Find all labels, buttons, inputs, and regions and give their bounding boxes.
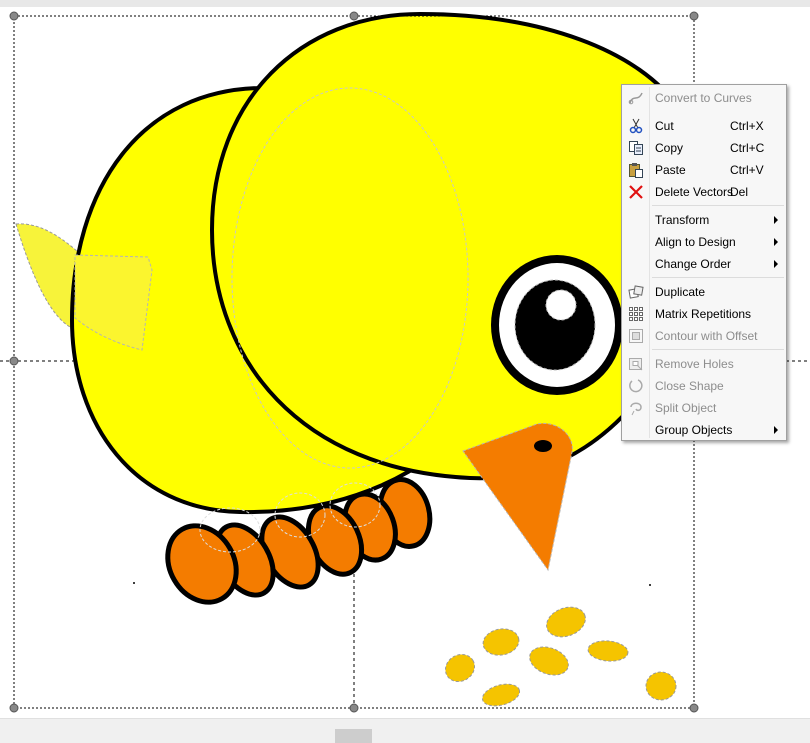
- menu-item-copy[interactable]: Copy Ctrl+C: [624, 137, 784, 159]
- menu-item-shortcut: Ctrl+V: [730, 163, 764, 177]
- menu-separator: [652, 277, 784, 278]
- menu-item-label: Paste: [655, 163, 686, 177]
- menu-item-convert-to-curves[interactable]: Convert to Curves: [624, 87, 784, 109]
- paste-icon: [628, 162, 644, 178]
- submenu-arrow-icon: [774, 238, 778, 246]
- wing-tip: [15, 223, 79, 331]
- menu-item-split-object[interactable]: Split Object: [624, 397, 784, 419]
- menu-item-delete-vectors[interactable]: Delete Vectors Del: [624, 181, 784, 203]
- menu-item-contour-with-offset[interactable]: Contour with Offset: [624, 325, 784, 347]
- grid-icon: [628, 306, 644, 322]
- menu-item-shortcut: Ctrl+C: [730, 141, 765, 155]
- menu-item-paste[interactable]: Paste Ctrl+V: [624, 159, 784, 181]
- menu-item-label: Delete Vectors: [655, 185, 734, 199]
- context-menu: Convert to Curves Cut Ctrl+X Copy Ctrl+C…: [621, 84, 787, 441]
- menu-separator: [652, 205, 784, 206]
- menu-item-shortcut: Del: [730, 185, 749, 199]
- chick-eye: [491, 255, 623, 395]
- menu-item-change-order[interactable]: Change Order: [624, 253, 784, 275]
- convert-to-curves-icon: [628, 90, 644, 106]
- contour-icon: [628, 328, 644, 344]
- top-bar: [0, 0, 810, 7]
- submenu-arrow-icon: [774, 260, 778, 268]
- menu-item-transform[interactable]: Transform: [624, 209, 784, 231]
- menu-item-label: Split Object: [655, 401, 717, 415]
- submenu-arrow-icon: [774, 216, 778, 224]
- menu-item-cut[interactable]: Cut Ctrl+X: [624, 115, 784, 137]
- menu-item-label: Convert to Curves: [655, 91, 752, 105]
- menu-item-remove-holes[interactable]: Remove Holes: [624, 353, 784, 375]
- menu-item-label: Group Objects: [655, 423, 733, 437]
- menu-item-label: Duplicate: [655, 285, 706, 299]
- menu-item-label: Remove Holes: [655, 357, 734, 371]
- menu-item-matrix-repetitions[interactable]: Matrix Repetitions: [624, 303, 784, 325]
- menu-item-label: Change Order: [655, 257, 732, 271]
- menu-item-label: Align to Design: [655, 235, 736, 249]
- menu-item-align-to-design[interactable]: Align to Design: [624, 231, 784, 253]
- scrollbar-thumb[interactable]: [335, 729, 372, 743]
- copy-icon: [628, 140, 644, 156]
- grain-pile: [444, 606, 677, 707]
- chick-beak: [462, 422, 573, 572]
- menu-item-label: Close Shape: [655, 379, 724, 393]
- menu-item-shortcut: Ctrl+X: [730, 119, 764, 133]
- delete-x-icon: [628, 184, 644, 200]
- split-object-icon: [628, 400, 644, 416]
- horizontal-scrollbar[interactable]: [0, 718, 810, 743]
- submenu-arrow-icon: [774, 426, 778, 434]
- close-shape-icon: [628, 378, 644, 394]
- menu-item-label: Cut: [655, 119, 674, 133]
- menu-item-close-shape[interactable]: Close Shape: [624, 375, 784, 397]
- menu-item-duplicate[interactable]: Duplicate: [624, 281, 784, 303]
- nostril: [534, 440, 552, 452]
- duplicate-icon: [628, 284, 644, 300]
- menu-item-label: Copy: [655, 141, 684, 155]
- menu-item-label: Matrix Repetitions: [655, 307, 752, 321]
- menu-item-label: Transform: [655, 213, 710, 227]
- menu-item-label: Contour with Offset: [655, 329, 758, 343]
- remove-holes-icon: [628, 356, 644, 372]
- menu-separator: [652, 349, 784, 350]
- scissors-icon: [628, 118, 644, 134]
- menu-item-group-objects[interactable]: Group Objects: [624, 419, 784, 441]
